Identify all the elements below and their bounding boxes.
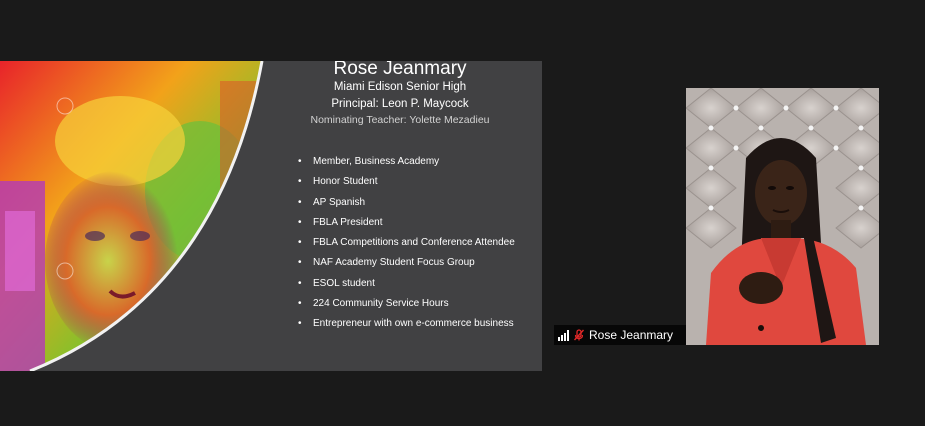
nominating-teacher: Nominating Teacher: Yolette Mezadieu: [310, 114, 490, 126]
participant-name-tag: Rose Jeanmary: [554, 325, 686, 345]
participant-name: Rose Jeanmary: [589, 328, 674, 342]
school-name: Miami Edison Senior High: [333, 81, 467, 93]
participant-video[interactable]: [686, 88, 879, 345]
achievement-list: Member, Business Academy Honor Student A…: [298, 152, 528, 335]
list-item: FBLA Competitions and Conference Attende…: [298, 233, 528, 254]
shared-slide: Rose Jeanmary Miami Edison Senior High P…: [0, 61, 542, 371]
signal-bars-icon: [558, 329, 569, 341]
list-item: FBLA President: [298, 213, 528, 234]
list-item: Entrepreneur with own e-commerce busines…: [298, 314, 528, 335]
slide-text: Rose Jeanmary Miami Edison Senior High P…: [258, 61, 542, 371]
principal-name: Principal: Leon P. Maycock: [331, 98, 469, 110]
list-item: NAF Academy Student Focus Group: [298, 253, 528, 274]
slide-title: Rose Jeanmary: [333, 61, 467, 79]
list-item: ESOL student: [298, 274, 528, 295]
video-frame: [686, 88, 879, 345]
mic-muted-icon[interactable]: [573, 329, 585, 341]
list-item: 224 Community Service Hours: [298, 294, 528, 315]
list-item: AP Spanish: [298, 193, 528, 214]
list-item: Member, Business Academy: [298, 152, 528, 173]
list-item: Honor Student: [298, 172, 528, 193]
